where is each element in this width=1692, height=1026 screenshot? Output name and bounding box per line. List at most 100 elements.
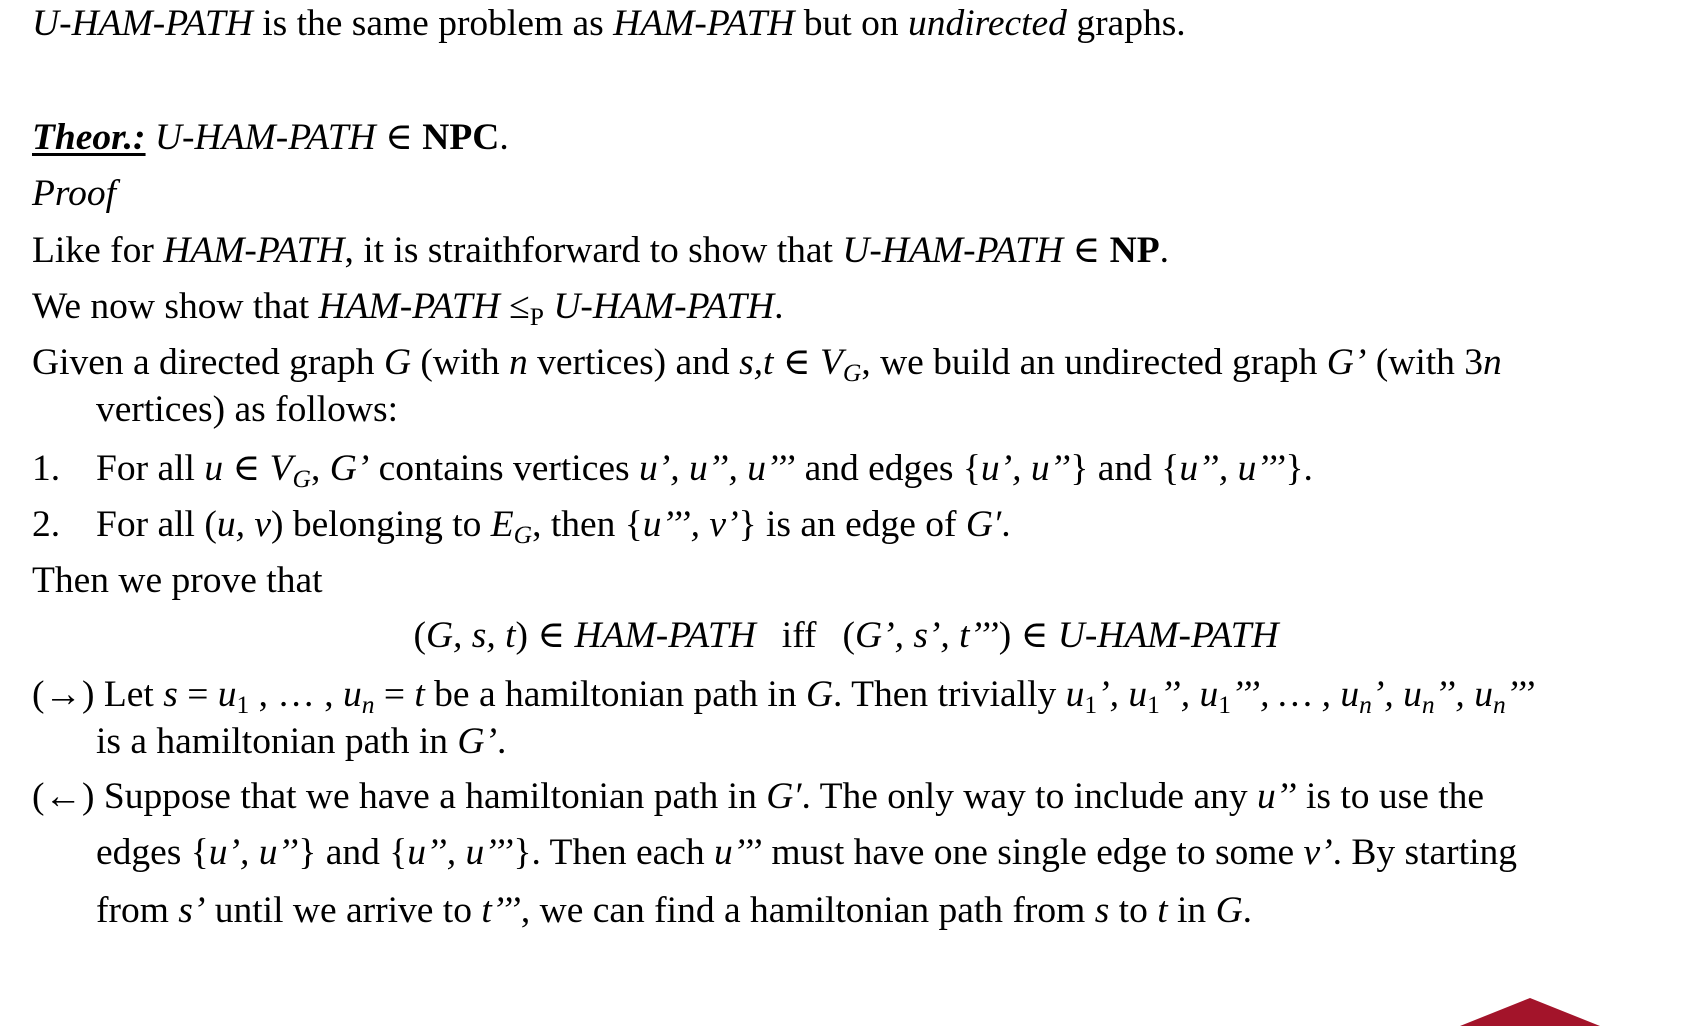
text: ) ∈ (515, 615, 575, 656)
decorative-triangle (1460, 998, 1600, 1026)
text: ) belonging to (270, 504, 491, 545)
math: u’’’ (714, 832, 762, 873)
math: V (819, 342, 843, 383)
intro-line: U-HAM-PATH is the same problem as HAM-PA… (32, 2, 1186, 45)
text: graphs. (1066, 3, 1186, 44)
complexity-class: NPC (422, 117, 500, 158)
math: E (490, 504, 514, 545)
text: ) ∈ (998, 615, 1058, 656)
problem-name: U-HAM-PATH (543, 286, 775, 327)
text: and edges { (795, 448, 981, 489)
subscript: 1 (236, 690, 250, 720)
subscript: 1 (1084, 690, 1098, 720)
problem-name: U-HAM-PATH (32, 3, 253, 44)
text: contains vertices (369, 448, 639, 489)
problem-name: HAM-PATH (163, 230, 345, 271)
problem-name: HAM-PATH (318, 286, 500, 327)
math: G’ (457, 721, 497, 762)
text: from (96, 890, 179, 931)
text: We now show that (32, 286, 319, 327)
text: , it is straithforward to show that (344, 230, 843, 271)
text: = (374, 674, 415, 715)
subscript: G (842, 358, 862, 388)
text: } and { (298, 832, 408, 873)
math: G (805, 674, 834, 715)
math: u (1065, 674, 1085, 715)
text: Let (94, 674, 164, 715)
text: ∈ (375, 117, 423, 158)
math: s (163, 674, 178, 715)
emphasis: undirected (907, 3, 1067, 44)
math: V (269, 448, 293, 489)
theorem-label: Theor.: (32, 117, 146, 158)
construction-line-cont: vertices) as follows: (96, 389, 398, 430)
text: . The only way to include any (801, 776, 1257, 817)
math: t (414, 674, 425, 715)
problem-name: U-HAM-PATH (145, 117, 376, 158)
text: }. (1285, 448, 1313, 489)
math: u, v (216, 504, 271, 545)
text: . (496, 721, 507, 762)
math: s (1094, 890, 1110, 931)
math: u’’, u’’’ (407, 832, 514, 873)
text: . By starting (1332, 832, 1518, 873)
subscript: G (513, 520, 533, 550)
text: . (1242, 890, 1253, 931)
math: t’’’ (481, 890, 521, 931)
problem-name: U-HAM-PATH (1057, 615, 1279, 656)
text: . Then trivially (833, 674, 1066, 715)
forward-direction-cont: is a hamiltonian path in G’. (96, 720, 506, 763)
backward-direction: (←) Suppose that we have a hamiltonian p… (32, 775, 1484, 818)
list-number: 1. (32, 448, 61, 489)
text: , we build an undirected graph (861, 342, 1327, 383)
subscript: 1 (1147, 690, 1160, 720)
proof-label: Proof (32, 173, 117, 214)
text: ∈ (1063, 230, 1110, 271)
text: . (499, 117, 509, 158)
math: n (1483, 342, 1502, 383)
text: ( (413, 615, 426, 656)
text: in (1167, 890, 1216, 931)
text: (with 3 (1366, 342, 1484, 383)
subscript: n (361, 690, 375, 720)
text: is to use the (1296, 776, 1485, 817)
backward-direction-cont: from s’ until we arrive to t’’’, we can … (96, 889, 1252, 932)
text: . (1001, 504, 1011, 545)
math: u (204, 448, 224, 489)
text: , … , (249, 674, 343, 715)
complexity-class: NP (1109, 230, 1160, 271)
text: For all ( (96, 504, 217, 545)
math: u (1199, 674, 1219, 715)
list-item-vertices: For all u ∈ VG, G’ contains vertices u’,… (96, 447, 1313, 491)
text: is a hamiltonian path in (96, 721, 458, 762)
text: ( (842, 615, 856, 656)
text: be a hamiltonian path in (424, 674, 806, 715)
text: ∈ (223, 448, 270, 489)
text: (with (411, 342, 509, 383)
math: G′ (965, 504, 1002, 545)
text: Suppose that we have a hamiltonian path … (94, 776, 767, 817)
text: } is an edge of (738, 504, 966, 545)
math: u’’’, v’ (642, 504, 739, 545)
construction-line: Given a directed graph G (with n vertice… (32, 341, 1502, 388)
text: } and { (1070, 448, 1180, 489)
math: G’ (1326, 342, 1367, 383)
equivalence-statement: (G, s, t) ∈ HAM-PATH iff (G’, s’, t’’’) ∈ … (0, 614, 1692, 657)
math: n (508, 342, 528, 383)
math: t (1157, 890, 1168, 931)
math: G (383, 342, 412, 383)
text: edges { (96, 832, 209, 873)
reduction-line: We now show that HAM-PATH ≤P U-HAM-PATH. (32, 285, 784, 332)
text: , we can find a hamiltonian path from (520, 890, 1095, 931)
math: ’, (1097, 674, 1129, 715)
list-item-edges: For all (u, v) belonging to EG, then {u’… (96, 503, 1011, 550)
iff-keyword: iff (781, 615, 817, 656)
text: For all (96, 448, 205, 489)
text: . (774, 286, 784, 327)
math: u (1340, 674, 1360, 715)
decorative-triangle-shape (1460, 998, 1600, 1026)
text: , then { (532, 504, 643, 545)
text: }. Then each (513, 832, 715, 873)
problem-name: HAM-PATH (613, 3, 795, 44)
subscript: P (529, 302, 544, 332)
